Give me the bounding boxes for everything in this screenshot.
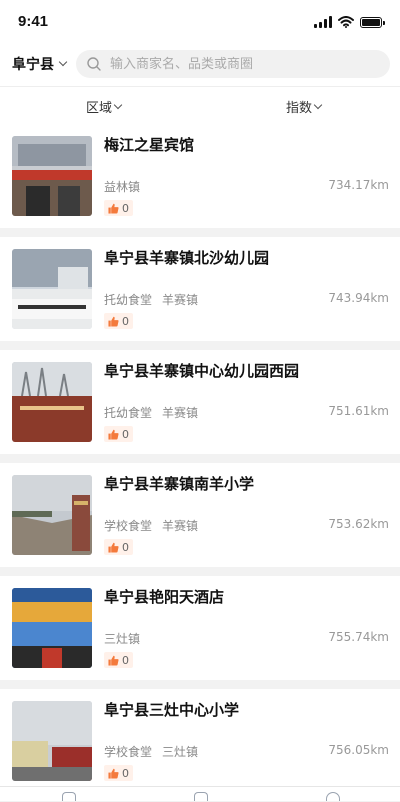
like-badge[interactable]: 0 (104, 426, 133, 442)
like-badge[interactable]: 0 (104, 652, 133, 668)
region-filter-label: 区域 (86, 101, 113, 116)
status-time: 9:41 (18, 13, 49, 30)
search-input[interactable] (108, 55, 382, 73)
distance: 755.74km (328, 630, 389, 644)
search-icon (87, 57, 101, 71)
list-item[interactable]: 梅江之星宾馆 益林镇 734.17km 0 (0, 124, 400, 228)
merchant-photo (12, 588, 92, 668)
chevron-down-icon (113, 100, 123, 109)
distance: 753.62km (328, 517, 389, 531)
tag: 羊赛镇 (162, 293, 199, 307)
battery-icon (360, 16, 385, 28)
thumbs-up-icon (108, 768, 119, 779)
merchant-photo (12, 475, 92, 555)
bottom-tab-bar (0, 786, 400, 801)
index-filter-label: 指数 (286, 101, 313, 116)
county-label: 阜宁县 (12, 57, 54, 73)
tag: 羊赛镇 (162, 519, 199, 533)
tag: 托幼食堂 (104, 293, 153, 307)
merchant-name: 阜宁县羊寨镇北沙幼儿园 (104, 249, 270, 267)
merchant-tags: 学校食堂 羊赛镇 (104, 517, 198, 534)
merchant-tags: 三灶镇 (104, 630, 140, 647)
merchant-tags: 托幼食堂 羊赛镇 (104, 291, 198, 308)
merchant-name: 阜宁县三灶中心小学 (104, 701, 240, 719)
merchant-photo (12, 701, 92, 781)
merchant-list: 梅江之星宾馆 益林镇 734.17km 0 阜宁县羊寨镇北沙幼儿园 托幼食堂 羊… (0, 124, 400, 802)
like-count: 0 (122, 314, 129, 328)
thumbs-up-icon (108, 542, 119, 553)
county-selector[interactable]: 阜宁县 (12, 54, 68, 74)
like-badge[interactable]: 0 (104, 313, 133, 329)
thumbs-up-icon (108, 429, 119, 440)
chevron-down-icon (58, 57, 68, 67)
list-item[interactable]: 阜宁县羊寨镇中心幼儿园西园 托幼食堂 羊赛镇 751.61km 0 (0, 350, 400, 454)
like-count: 0 (122, 540, 129, 554)
tag: 羊赛镇 (162, 406, 199, 420)
region-filter[interactable]: 区域 (86, 97, 123, 116)
distance: 743.94km (328, 291, 389, 305)
like-count: 0 (122, 766, 129, 780)
status-icons (314, 14, 385, 30)
merchant-name: 阜宁县羊寨镇中心幼儿园西园 (104, 362, 300, 380)
thumbs-up-icon (108, 316, 119, 327)
like-count: 0 (122, 201, 129, 215)
thumbs-up-icon (108, 655, 119, 666)
tag: 益林镇 (104, 180, 141, 194)
chevron-down-icon (313, 100, 323, 109)
distance: 756.05km (328, 743, 389, 757)
list-item[interactable]: 阜宁县羊寨镇南羊小学 学校食堂 羊赛镇 753.62km 0 (0, 463, 400, 567)
merchant-tags: 托幼食堂 羊赛镇 (104, 404, 198, 421)
like-badge[interactable]: 0 (104, 539, 133, 555)
merchant-photo (12, 362, 92, 442)
tag: 学校食堂 (104, 519, 153, 533)
tag: 三灶镇 (104, 632, 141, 646)
merchant-tags: 学校食堂 三灶镇 (104, 743, 198, 760)
distance: 751.61km (328, 404, 389, 418)
wifi-icon (338, 16, 354, 28)
like-badge[interactable]: 0 (104, 200, 133, 216)
tag: 三灶镇 (162, 745, 199, 759)
search-header: 阜宁县 (0, 44, 400, 86)
distance: 734.17km (328, 178, 389, 192)
merchant-name: 阜宁县艳阳天酒店 (104, 588, 225, 606)
like-count: 0 (122, 427, 129, 441)
list-item[interactable]: 阜宁县三灶中心小学 学校食堂 三灶镇 756.05km 0 (0, 689, 400, 793)
merchant-name: 阜宁县羊寨镇南羊小学 (104, 475, 255, 493)
tag: 学校食堂 (104, 745, 153, 759)
search-box[interactable] (76, 50, 390, 78)
merchant-tags: 益林镇 (104, 178, 140, 195)
tag: 托幼食堂 (104, 406, 153, 420)
like-badge[interactable]: 0 (104, 765, 133, 781)
filter-bar: 区域 指数 (0, 86, 400, 124)
like-count: 0 (122, 653, 129, 667)
status-bar: 9:41 (0, 0, 400, 44)
thumbs-up-icon (108, 203, 119, 214)
list-item[interactable]: 阜宁县羊寨镇北沙幼儿园 托幼食堂 羊赛镇 743.94km 0 (0, 237, 400, 341)
signal-icon (314, 16, 332, 28)
merchant-name: 梅江之星宾馆 (104, 136, 195, 154)
index-filter[interactable]: 指数 (286, 97, 323, 116)
list-item[interactable]: 阜宁县艳阳天酒店 三灶镇 755.74km 0 (0, 576, 400, 680)
merchant-photo (12, 249, 92, 329)
merchant-photo (12, 136, 92, 216)
